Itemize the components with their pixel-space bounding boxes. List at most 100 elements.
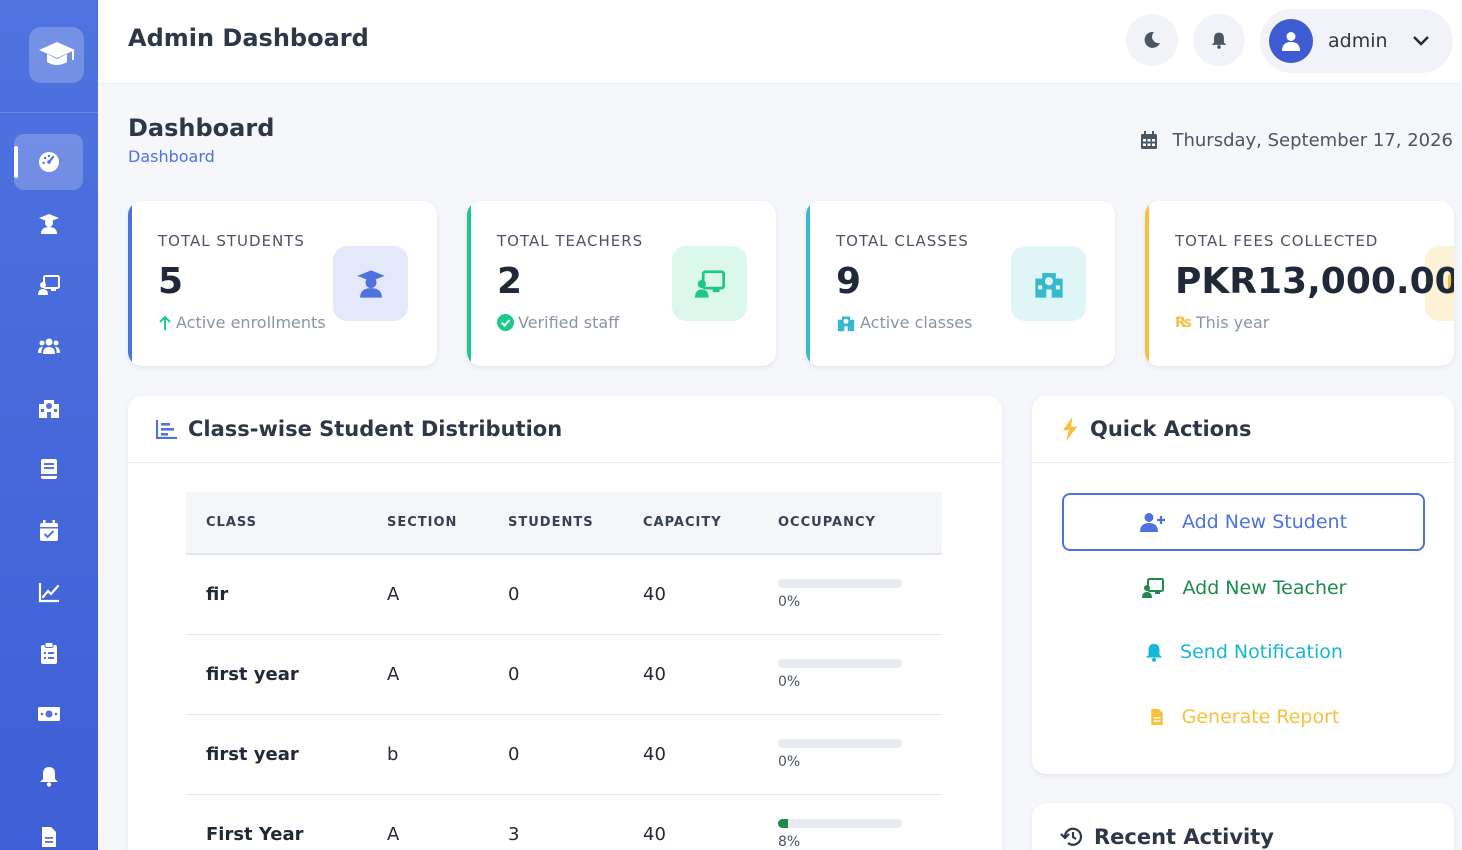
moon-icon [1144,31,1160,48]
file-icon [41,827,56,847]
bell-icon [39,767,58,787]
students-cell: 0 [488,554,623,635]
sidebar-item-teachers[interactable] [14,257,83,313]
stat-subtext: ₨ This year [1175,313,1269,332]
app-title: Admin Dashboard [128,24,369,52]
student-icon [356,269,385,298]
occupancy-bar [778,738,902,748]
capacity-cell: 40 [623,634,758,715]
sidebar-item-notifications[interactable] [14,748,83,804]
add-new-student-button[interactable]: Add New Student [1062,493,1425,551]
recent-activity-panel: Recent Activity [1032,803,1454,850]
stat-label: TOTAL STUDENTS [158,232,305,250]
send-notification-button[interactable]: Send Notification [1062,623,1425,681]
clipboard-icon [40,642,57,664]
teacher-icon [1142,578,1165,598]
sidebar-item-reports[interactable] [14,564,83,620]
bell-icon [1211,32,1227,49]
students-cell: 3 [488,794,623,850]
breadcrumb[interactable]: Dashboard [128,147,215,166]
stat-label: TOTAL TEACHERS [497,232,644,250]
sidebar-item-documents[interactable] [14,809,83,850]
user-plus-icon [1139,513,1165,532]
add-new-teacher-button[interactable]: Add New Teacher [1062,559,1425,617]
occupancy-bar-fill [778,818,788,828]
stat-subtext: Active classes [836,313,972,332]
sidebar-divider [0,112,98,113]
sidebar-item-exams[interactable] [14,625,83,681]
panel-header: Recent Activity [1032,803,1454,850]
sidebar-item-attendance[interactable] [14,503,83,559]
panel-title: Recent Activity [1094,824,1274,849]
panel-title: Quick Actions [1090,417,1252,441]
generate-report-button[interactable]: Generate Report [1062,688,1425,746]
check-circle-icon [497,314,514,331]
money-icon [37,707,60,721]
button-label: Send Notification [1180,641,1343,663]
sidebar-item-classes[interactable] [14,380,83,436]
column-header[interactable]: CAPACITY [623,492,758,555]
stat-subtext-label: Verified staff [518,313,620,332]
column-header[interactable]: CLASS [186,492,367,555]
stat-value: 9 [836,261,862,302]
sidebar [0,0,98,850]
table-row: first year A 0 40 0% [186,634,942,715]
calendar-check-icon [39,520,58,541]
section-cell: A [367,634,488,715]
users-icon [37,338,60,354]
user-icon [1282,32,1300,51]
column-header[interactable]: STUDENTS [488,492,623,555]
section-cell: A [367,554,488,635]
capacity-cell: 40 [623,554,758,635]
history-icon [1060,827,1083,846]
table-row: First Year A 3 40 8% [186,794,942,850]
occupancy-cell: 0% [758,634,942,715]
occupancy-text: 0% [778,593,801,610]
student-icon [38,214,59,234]
table-header-row: CLASS SECTION STUDENTS CAPACITY OCCUPANC… [186,492,942,555]
school-icon [1034,272,1063,298]
rupee-icon: ₨ [1175,314,1192,331]
sidebar-item-subjects[interactable] [14,441,83,497]
panel-header: Class-wise Student Distribution [128,396,1002,463]
notifications-button[interactable] [1193,14,1245,66]
stat-subtext-label: Active classes [860,313,973,332]
chevron-down-icon [1412,36,1429,46]
column-header[interactable]: OCCUPANCY [758,492,942,555]
sidebar-item-students[interactable] [14,196,83,252]
class-cell: first year [186,714,367,795]
stat-card-fees: TOTAL FEES COLLECTED PKR13,000.00 ₨ This… [1145,201,1454,366]
top-bar: Admin Dashboard admin [98,0,1462,84]
sidebar-item-dashboard[interactable] [14,134,83,190]
stat-card-teachers: TOTAL TEACHERS 2 Verified staff [467,201,776,366]
theme-toggle-button[interactable] [1126,14,1178,66]
capacity-cell: 40 [623,794,758,850]
user-menu[interactable]: admin [1260,9,1453,73]
sidebar-item-users[interactable] [14,318,83,374]
school-icon [837,315,855,331]
teacher-icon [694,269,725,298]
sidebar-item-fees[interactable] [14,686,83,742]
stat-accent-bar [467,201,471,366]
chart-bar-icon [156,420,177,439]
occupancy-text: 0% [778,673,801,690]
button-label: Add New Student [1181,511,1348,533]
column-header[interactable]: SECTION [367,492,488,555]
bell-icon [1145,643,1163,662]
occupancy-cell: 8% [758,794,942,850]
button-label: Generate Report [1181,706,1340,728]
distribution-panel: Class-wise Student Distribution CLASS SE… [128,396,1002,850]
occupancy-text: 0% [778,753,801,770]
page-title: Dashboard [128,114,275,142]
date-text: Thursday, September 17, 2026 [1172,130,1453,151]
app-logo[interactable] [29,27,84,83]
section-cell: b [367,714,488,795]
stat-subtext-label: This year [1195,313,1270,332]
book-icon [40,459,57,479]
panel-title: Class-wise Student Distribution [188,417,563,441]
stat-subtext: Active enrollments [158,313,326,332]
dashboard-icon [38,152,59,172]
quick-actions-panel: Quick Actions Add New Student Add New Te… [1032,396,1454,774]
stat-card-students: TOTAL STUDENTS 5 Active enrollments [128,201,437,366]
button-label: Add New Teacher [1182,577,1347,599]
